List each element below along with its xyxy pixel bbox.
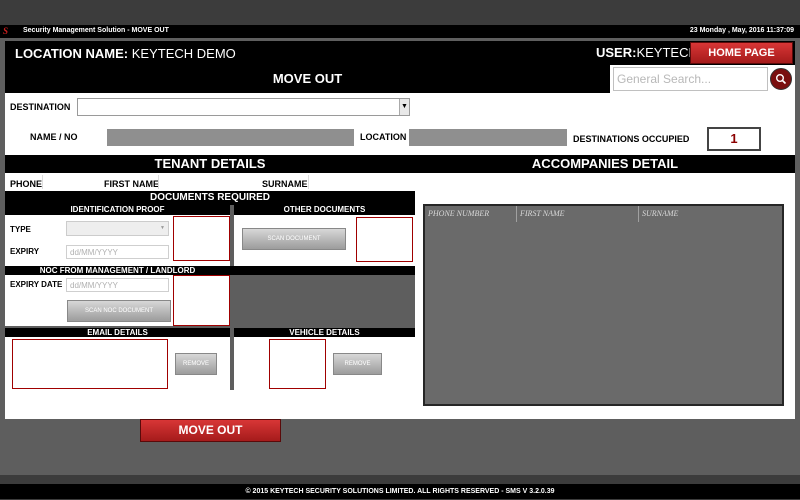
id-proof-image-box[interactable] (173, 216, 230, 261)
user-display: USER:KEYTECH (596, 45, 698, 60)
location-name-label: LOCATION NAME: (15, 46, 129, 61)
window-title: Security Management Solution - MOVE OUT (23, 27, 169, 34)
destinations-occupied-value: 1 (707, 127, 761, 151)
identification-proof-title: IDENTIFICATION PROOF (5, 205, 230, 215)
first-name-field[interactable] (158, 175, 258, 189)
header-bar: LOCATION NAME: KEYTECH DEMO USER:KEYTECH (5, 41, 795, 65)
phone-field[interactable] (42, 175, 102, 189)
location-name: LOCATION NAME: KEYTECH DEMO (15, 46, 236, 61)
home-page-button[interactable]: HOME PAGE (690, 42, 793, 64)
first-name-label: FIRST NAME (104, 179, 159, 189)
noc-title: NOC FROM MANAGEMENT / LANDLORD (39, 266, 196, 275)
dropdown-arrow-icon: ▼ (399, 99, 409, 115)
noc-expiry-input[interactable]: dd/MM/YYYY (66, 278, 169, 292)
app-window: S Security Management Solution - MOVE OU… (0, 25, 800, 499)
app-logo-icon: S (3, 26, 9, 36)
tenant-details-title: TENANT DETAILS (5, 155, 415, 173)
general-search-input[interactable]: General Search... (613, 67, 768, 91)
email-remove-button[interactable]: REMOVE (175, 353, 217, 375)
type-dropdown[interactable]: ▼ (66, 221, 169, 236)
scan-noc-document-button[interactable]: SCAN NOC DOCUMENT (67, 300, 171, 322)
email-details-box[interactable] (12, 339, 168, 389)
type-label: TYPE (10, 225, 31, 234)
type-dropdown-arrow-icon: ▼ (160, 225, 165, 231)
other-documents-title: OTHER DOCUMENTS (234, 205, 415, 215)
destination-dropdown[interactable]: ▼ (77, 98, 410, 116)
column-header-phone-number[interactable]: PHONE NUMBER (425, 206, 517, 222)
scan-document-button[interactable]: SCAN DOCUMENT (242, 228, 346, 250)
surname-field[interactable] (308, 175, 408, 189)
user-value: KEYTECH (636, 45, 698, 60)
accompanies-title: ACCOMPANIES DETAIL (415, 155, 795, 173)
other-documents-image-box[interactable] (356, 217, 413, 262)
search-icon (776, 74, 787, 85)
noc-image-box[interactable] (173, 275, 230, 326)
search-button[interactable] (770, 68, 792, 90)
expiry-input[interactable]: dd/MM/YYYY (66, 245, 169, 259)
noc-title-bar: NOC FROM MANAGEMENT / LANDLORD (5, 266, 415, 275)
destinations-occupied-label: DESTINATIONS OCCUPIED (573, 134, 690, 144)
surname-label: SURNAME (262, 179, 308, 189)
expiry-date-label: EXPIRY DATE (10, 280, 63, 289)
user-label: USER: (596, 45, 637, 60)
phone-label: PHONE (10, 179, 43, 189)
vehicle-remove-button[interactable]: REMOVE (333, 353, 382, 375)
move-out-button[interactable]: MOVE OUT (140, 419, 281, 442)
vehicle-image-box[interactable] (269, 339, 326, 389)
expiry-label: EXPIRY (10, 247, 40, 256)
accompanies-table[interactable]: PHONE NUMBER FIRST NAME SURNAME (423, 204, 784, 406)
location-label: LOCATION (360, 132, 407, 142)
location-field[interactable] (409, 129, 567, 146)
vehicle-details-title: VEHICLE DETAILS (234, 328, 415, 337)
destination-label: DESTINATION (10, 102, 71, 112)
page-title: MOVE OUT (5, 65, 610, 93)
location-name-value: KEYTECH DEMO (128, 46, 236, 61)
documents-required-title: DOCUMENTS REQUIRED (5, 191, 415, 205)
column-header-surname[interactable]: SURNAME (639, 206, 782, 222)
footer: © 2015 KEYTECH SECURITY SOLUTIONS LIMITE… (0, 484, 800, 499)
date-time: 23 Monday , May, 2016 11:37:09 (689, 27, 794, 34)
title-bar: S Security Management Solution - MOVE OU… (0, 25, 800, 38)
name-no-field[interactable] (107, 129, 354, 146)
name-no-label: NAME / NO (30, 132, 78, 142)
email-details-title: EMAIL DETAILS (5, 328, 230, 337)
column-header-first-name[interactable]: FIRST NAME (517, 206, 639, 222)
